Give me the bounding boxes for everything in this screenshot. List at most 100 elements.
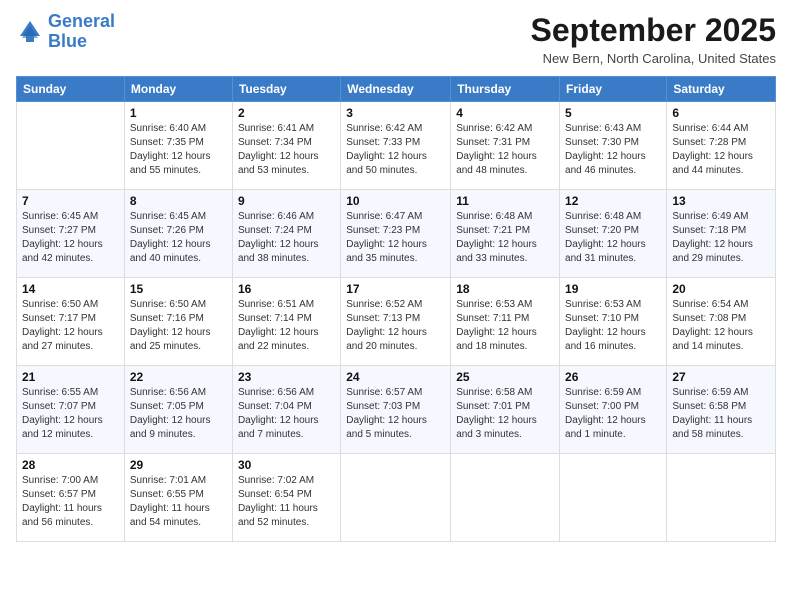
- calendar-cell: 8 Sunrise: 6:45 AM Sunset: 7:26 PM Daylig…: [124, 190, 232, 278]
- day-info: Sunrise: 7:02 AM Sunset: 6:54 PM Dayligh…: [238, 474, 335, 530]
- day-number: 30: [238, 458, 335, 472]
- title-block: September 2025 New Bern, North Carolina,…: [531, 12, 776, 66]
- day-info: Sunrise: 6:47 AM Sunset: 7:23 PM Dayligh…: [346, 210, 445, 266]
- col-monday: Monday: [124, 77, 232, 102]
- day-info: Sunrise: 6:56 AM Sunset: 7:04 PM Dayligh…: [238, 386, 335, 442]
- day-info: Sunrise: 6:43 AM Sunset: 7:30 PM Dayligh…: [565, 122, 661, 178]
- calendar-cell: 15Sunrise: 6:50 AM Sunset: 7:16 PM Dayli…: [124, 278, 232, 366]
- col-sunday: Sunday: [17, 77, 125, 102]
- day-number: 5: [565, 106, 661, 120]
- logo: General Blue: [16, 12, 115, 52]
- day-info: Sunrise: 6:41 AM Sunset: 7:34 PM Dayligh…: [238, 122, 335, 178]
- col-tuesday: Tuesday: [232, 77, 340, 102]
- calendar-cell: 25Sunrise: 6:58 AM Sunset: 7:01 PM Dayli…: [451, 366, 560, 454]
- day-info: Sunrise: 6:42 AM Sunset: 7:33 PM Dayligh…: [346, 122, 445, 178]
- day-info: Sunrise: 6:45 AM Sunset: 7:26 PM Dayligh…: [130, 210, 227, 266]
- month-title: September 2025: [531, 12, 776, 49]
- day-number: 25: [456, 370, 554, 384]
- week-row-2: 7Sunrise: 6:45 AM Sunset: 7:27 PM Daylig…: [17, 190, 776, 278]
- col-wednesday: Wednesday: [341, 77, 451, 102]
- calendar-cell: 22 Sunrise: 6:56 AM Sunset: 7:05 PM Dayli…: [124, 366, 232, 454]
- calendar-cell: [341, 454, 451, 542]
- day-info: Sunrise: 6:52 AM Sunset: 7:13 PM Dayligh…: [346, 298, 445, 354]
- calendar-cell: [560, 454, 667, 542]
- calendar-cell: 28 Sunrise: 7:00 AM Sunset: 6:57 PM Dayli…: [17, 454, 125, 542]
- calendar-cell: 5 Sunrise: 6:43 AM Sunset: 7:30 PM Daylig…: [560, 102, 667, 190]
- day-info: Sunrise: 6:57 AM Sunset: 7:03 PM Dayligh…: [346, 386, 445, 442]
- day-info: Sunrise: 6:45 AM Sunset: 7:27 PM Dayligh…: [22, 210, 119, 266]
- calendar-cell: 23 Sunrise: 6:56 AM Sunset: 7:04 PM Dayli…: [232, 366, 340, 454]
- calendar-cell: 16 Sunrise: 6:51 AM Sunset: 7:14 PM Dayli…: [232, 278, 340, 366]
- day-info: Sunrise: 6:48 AM Sunset: 7:21 PM Dayligh…: [456, 210, 554, 266]
- calendar-cell: 18 Sunrise: 6:53 AM Sunset: 7:11 PM Dayli…: [451, 278, 560, 366]
- day-number: 16: [238, 282, 335, 296]
- day-number: 12: [565, 194, 661, 208]
- day-number: 27: [672, 370, 770, 384]
- day-info: Sunrise: 6:54 AM Sunset: 7:08 PM Dayligh…: [672, 298, 770, 354]
- day-info: Sunrise: 6:53 AM Sunset: 7:11 PM Dayligh…: [456, 298, 554, 354]
- calendar-cell: 26Sunrise: 6:59 AM Sunset: 7:00 PM Dayli…: [560, 366, 667, 454]
- week-row-3: 14 Sunrise: 6:50 AM Sunset: 7:17 PM Dayli…: [17, 278, 776, 366]
- day-number: 11: [456, 194, 554, 208]
- logo-text: General Blue: [48, 12, 115, 52]
- page: General Blue September 2025 New Bern, No…: [0, 0, 792, 612]
- calendar-cell: 29 Sunrise: 7:01 AM Sunset: 6:55 PM Dayli…: [124, 454, 232, 542]
- day-info: Sunrise: 6:50 AM Sunset: 7:17 PM Dayligh…: [22, 298, 119, 354]
- col-thursday: Thursday: [451, 77, 560, 102]
- day-number: 13: [672, 194, 770, 208]
- day-info: Sunrise: 6:55 AM Sunset: 7:07 PM Dayligh…: [22, 386, 119, 442]
- day-number: 4: [456, 106, 554, 120]
- calendar-cell: 27 Sunrise: 6:59 AM Sunset: 6:58 PM Dayli…: [667, 366, 776, 454]
- day-info: Sunrise: 7:01 AM Sunset: 6:55 PM Dayligh…: [130, 474, 227, 530]
- calendar-cell: 19 Sunrise: 6:53 AM Sunset: 7:10 PM Dayli…: [560, 278, 667, 366]
- day-info: Sunrise: 6:42 AM Sunset: 7:31 PM Dayligh…: [456, 122, 554, 178]
- day-number: 10: [346, 194, 445, 208]
- calendar-cell: 17 Sunrise: 6:52 AM Sunset: 7:13 PM Dayli…: [341, 278, 451, 366]
- day-info: Sunrise: 6:46 AM Sunset: 7:24 PM Dayligh…: [238, 210, 335, 266]
- day-number: 22: [130, 370, 227, 384]
- day-info: Sunrise: 6:56 AM Sunset: 7:05 PM Dayligh…: [130, 386, 227, 442]
- day-number: 3: [346, 106, 445, 120]
- calendar-cell: 9Sunrise: 6:46 AM Sunset: 7:24 PM Daylig…: [232, 190, 340, 278]
- day-number: 29: [130, 458, 227, 472]
- calendar-cell: [451, 454, 560, 542]
- calendar-cell: 13 Sunrise: 6:49 AM Sunset: 7:18 PM Dayli…: [667, 190, 776, 278]
- day-info: Sunrise: 6:53 AM Sunset: 7:10 PM Dayligh…: [565, 298, 661, 354]
- calendar-cell: 11 Sunrise: 6:48 AM Sunset: 7:21 PM Dayli…: [451, 190, 560, 278]
- day-number: 20: [672, 282, 770, 296]
- day-info: Sunrise: 6:51 AM Sunset: 7:14 PM Dayligh…: [238, 298, 335, 354]
- calendar-cell: 10 Sunrise: 6:47 AM Sunset: 7:23 PM Dayli…: [341, 190, 451, 278]
- calendar-header-row: Sunday Monday Tuesday Wednesday Thursday…: [17, 77, 776, 102]
- day-number: 17: [346, 282, 445, 296]
- day-number: 18: [456, 282, 554, 296]
- day-info: Sunrise: 6:49 AM Sunset: 7:18 PM Dayligh…: [672, 210, 770, 266]
- day-number: 15: [130, 282, 227, 296]
- col-saturday: Saturday: [667, 77, 776, 102]
- day-number: 23: [238, 370, 335, 384]
- day-number: 24: [346, 370, 445, 384]
- calendar-cell: 2 Sunrise: 6:41 AM Sunset: 7:34 PM Daylig…: [232, 102, 340, 190]
- calendar-cell: 3 Sunrise: 6:42 AM Sunset: 7:33 PM Daylig…: [341, 102, 451, 190]
- calendar-cell: 1Sunrise: 6:40 AM Sunset: 7:35 PM Daylig…: [124, 102, 232, 190]
- day-info: Sunrise: 6:59 AM Sunset: 7:00 PM Dayligh…: [565, 386, 661, 442]
- logo-line2: Blue: [48, 31, 87, 51]
- calendar-cell: 20 Sunrise: 6:54 AM Sunset: 7:08 PM Dayli…: [667, 278, 776, 366]
- calendar-cell: 6Sunrise: 6:44 AM Sunset: 7:28 PM Daylig…: [667, 102, 776, 190]
- calendar-cell: 7Sunrise: 6:45 AM Sunset: 7:27 PM Daylig…: [17, 190, 125, 278]
- day-number: 19: [565, 282, 661, 296]
- location: New Bern, North Carolina, United States: [531, 51, 776, 66]
- day-info: Sunrise: 6:59 AM Sunset: 6:58 PM Dayligh…: [672, 386, 770, 442]
- week-row-5: 28 Sunrise: 7:00 AM Sunset: 6:57 PM Dayli…: [17, 454, 776, 542]
- day-number: 14: [22, 282, 119, 296]
- calendar-cell: 30 Sunrise: 7:02 AM Sunset: 6:54 PM Dayli…: [232, 454, 340, 542]
- week-row-4: 21 Sunrise: 6:55 AM Sunset: 7:07 PM Dayli…: [17, 366, 776, 454]
- day-number: 21: [22, 370, 119, 384]
- calendar-cell: 24 Sunrise: 6:57 AM Sunset: 7:03 PM Dayli…: [341, 366, 451, 454]
- day-number: 2: [238, 106, 335, 120]
- day-info: Sunrise: 7:00 AM Sunset: 6:57 PM Dayligh…: [22, 474, 119, 530]
- day-info: Sunrise: 6:44 AM Sunset: 7:28 PM Dayligh…: [672, 122, 770, 178]
- day-number: 8: [130, 194, 227, 208]
- calendar-cell: [667, 454, 776, 542]
- calendar-cell: 14 Sunrise: 6:50 AM Sunset: 7:17 PM Dayli…: [17, 278, 125, 366]
- day-number: 28: [22, 458, 119, 472]
